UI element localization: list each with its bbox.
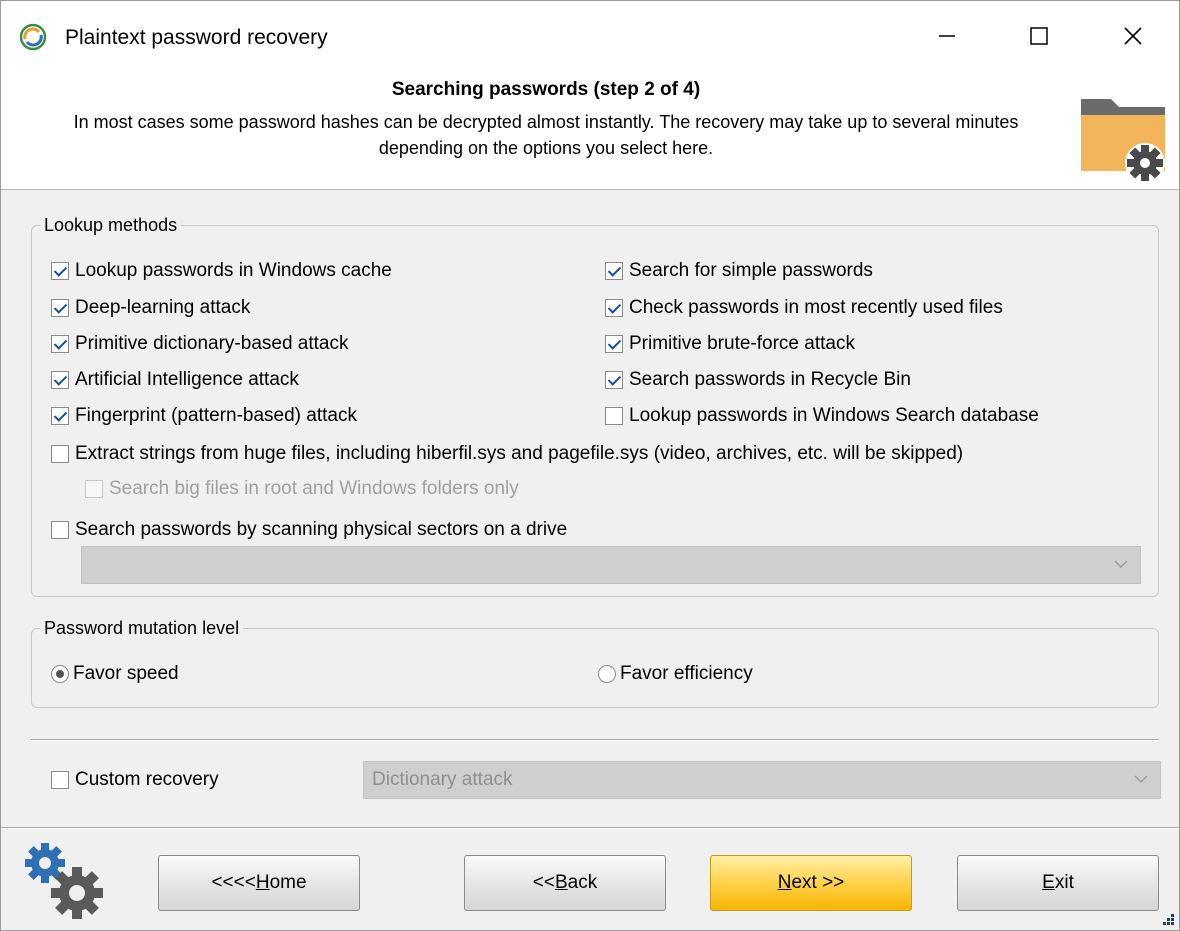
home-button-rest: ome (269, 872, 307, 893)
checkbox-recycle-bin[interactable]: Search passwords in Recycle Bin (605, 369, 911, 391)
back-button[interactable]: << Back (464, 855, 666, 911)
radio-label: Favor efficiency (620, 663, 753, 684)
checkbox-custom-recovery[interactable]: Custom recovery (51, 769, 219, 791)
close-icon (1124, 27, 1142, 45)
checkbox-box[interactable] (605, 335, 623, 353)
checkbox-label: Lookup passwords in Windows Search datab… (629, 405, 1039, 426)
checkbox-ai-attack[interactable]: Artificial Intelligence attack (51, 369, 299, 391)
checkbox-box[interactable] (51, 445, 69, 463)
checkbox-recent-files[interactable]: Check passwords in most recently used fi… (605, 297, 1003, 319)
back-button-mnemonic: B (554, 872, 568, 893)
footer-divider (1, 827, 1179, 829)
checkbox-scan-sectors[interactable]: Search passwords by scanning physical se… (51, 519, 567, 541)
main-window: Plaintext password recovery Searching pa… (0, 0, 1180, 931)
checkbox-label: Artificial Intelligence attack (75, 369, 299, 390)
custom-recovery-select-value: Dictionary attack (372, 769, 513, 790)
home-button-mnemonic: H (255, 872, 270, 893)
resize-grip-icon[interactable] (1159, 910, 1175, 926)
checkbox-label: Search passwords by scanning physical se… (75, 519, 568, 540)
checkbox-box[interactable] (51, 521, 69, 539)
drive-select (81, 546, 1141, 584)
radio-favor-efficiency[interactable]: Favor efficiency (598, 663, 753, 685)
radio-label: Favor speed (73, 663, 179, 684)
checkbox-box[interactable] (605, 299, 623, 317)
checkbox-label: Fingerprint (pattern-based) attack (75, 405, 357, 426)
next-button-rest: ext >> (791, 872, 845, 893)
checkbox-dictionary-attack[interactable]: Primitive dictionary-based attack (51, 333, 349, 355)
checkbox-fingerprint-attack[interactable]: Fingerprint (pattern-based) attack (51, 405, 357, 427)
checkbox-box[interactable] (605, 371, 623, 389)
window-title: Plaintext password recovery (65, 26, 328, 49)
exit-button-mnemonic: E (1042, 872, 1055, 893)
folder-gear-icon (1081, 99, 1165, 183)
mutation-level-group: Password mutation level (31, 618, 1159, 708)
radio-button[interactable] (598, 665, 616, 683)
checkbox-box[interactable] (51, 335, 69, 353)
minimize-icon (939, 35, 955, 37)
checkbox-label: Deep-learning attack (75, 297, 251, 318)
checkbox-box[interactable] (51, 407, 69, 425)
section-divider (31, 739, 1159, 741)
checkbox-label: Search big files in root and Windows fol… (109, 478, 519, 499)
exit-button[interactable]: Exit (957, 855, 1159, 911)
maximize-icon (1030, 27, 1048, 45)
mutation-level-legend: Password mutation level (44, 618, 240, 638)
chevron-down-icon (1134, 775, 1148, 783)
app-icon (19, 23, 47, 51)
lookup-methods-legend: Lookup methods (44, 215, 178, 235)
checkbox-box[interactable] (51, 262, 69, 280)
checkbox-label: Custom recovery (75, 769, 219, 790)
checkbox-extract-strings[interactable]: Extract strings from huge files, includi… (51, 443, 963, 465)
checkbox-label: Extract strings from huge files, includi… (75, 443, 964, 464)
checkbox-label: Primitive dictionary-based attack (75, 333, 349, 354)
chevron-down-icon (1114, 560, 1128, 568)
custom-recovery-select: Dictionary attack (363, 761, 1161, 799)
checkbox-windows-cache[interactable]: Lookup passwords in Windows cache (51, 260, 392, 282)
step-description: In most cases some password hashes can b… (73, 112, 1019, 158)
checkbox-label: Check passwords in most recently used fi… (629, 297, 1003, 318)
checkbox-box[interactable] (51, 371, 69, 389)
checkbox-label: Primitive brute-force attack (629, 333, 855, 354)
step-title: Searching passwords (step 2 of 4) (391, 79, 701, 100)
checkbox-box (85, 480, 103, 498)
checkbox-label: Search for simple passwords (629, 260, 873, 281)
checkbox-box[interactable] (605, 407, 623, 425)
checkbox-label: Lookup passwords in Windows cache (75, 260, 392, 281)
maximize-button[interactable] (993, 1, 1085, 71)
back-button-prefix: << (532, 872, 555, 893)
exit-button-rest: xit (1054, 872, 1074, 893)
checkbox-windows-search-db[interactable]: Lookup passwords in Windows Search datab… (605, 405, 1039, 427)
checkbox-box[interactable] (51, 299, 69, 317)
next-button-mnemonic: N (777, 872, 792, 893)
checkbox-simple-passwords[interactable]: Search for simple passwords (605, 260, 873, 282)
checkbox-search-big-files: Search big files in root and Windows fol… (85, 478, 519, 500)
title-bar[interactable]: Plaintext password recovery (1, 1, 1179, 71)
gears-icon (25, 843, 103, 919)
checkbox-brute-force[interactable]: Primitive brute-force attack (605, 333, 855, 355)
next-button[interactable]: Next >> (710, 855, 912, 911)
checkbox-box[interactable] (51, 771, 69, 789)
back-button-rest: ack (567, 872, 598, 893)
checkbox-box[interactable] (605, 262, 623, 280)
home-button-prefix: <<<< (211, 872, 256, 893)
checkbox-label: Search passwords in Recycle Bin (629, 369, 911, 390)
close-button[interactable] (1087, 1, 1179, 71)
checkbox-deep-learning[interactable]: Deep-learning attack (51, 297, 250, 319)
radio-button[interactable] (51, 665, 69, 683)
home-button[interactable]: <<<< Home (158, 855, 360, 911)
radio-favor-speed[interactable]: Favor speed (51, 663, 179, 685)
minimize-button[interactable] (901, 1, 993, 71)
step-header: Searching passwords (step 2 of 4) In mos… (1, 71, 1179, 190)
